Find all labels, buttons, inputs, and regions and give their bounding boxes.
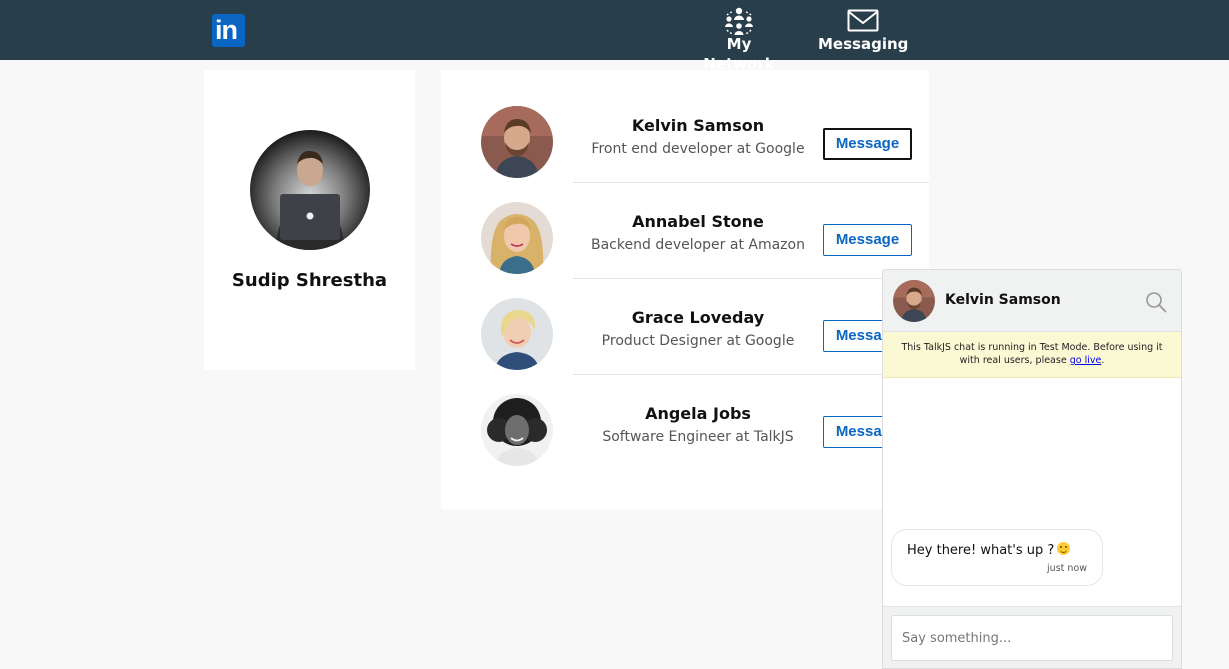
message-timestamp: just now xyxy=(1047,563,1087,574)
contact-photo xyxy=(481,394,553,466)
contact-row: Kelvin Samson Front end developer at Goo… xyxy=(441,106,929,202)
row-divider xyxy=(573,374,929,375)
envelope-icon xyxy=(847,9,879,32)
nav-my-network-label: My Network xyxy=(703,35,775,73)
contact-row: Annabel Stone Backend developer at Amazo… xyxy=(441,202,929,298)
contact-photo xyxy=(481,106,553,178)
contact-name: Angela Jobs xyxy=(645,404,751,423)
message-bubble: Hey there! what's up ? just now xyxy=(891,529,1103,586)
banner-text: This TalkJS chat is running in Test Mode… xyxy=(901,342,1163,366)
smile-emoji-icon xyxy=(1057,542,1071,555)
network-icon xyxy=(725,7,753,35)
nav-my-network[interactable]: My Network xyxy=(690,6,788,73)
contact-name: Grace Loveday xyxy=(631,308,765,327)
contact-photo xyxy=(481,298,553,370)
message-button[interactable]: Message xyxy=(823,128,912,160)
chat-contact-photo xyxy=(893,280,935,322)
banner-end: . xyxy=(1101,355,1105,366)
contact-avatar[interactable] xyxy=(481,202,553,274)
contact-photo xyxy=(481,202,553,274)
contacts-card: Kelvin Samson Front end developer at Goo… xyxy=(441,70,929,509)
message-button[interactable]: Message xyxy=(823,224,912,256)
row-divider xyxy=(573,278,929,279)
nav-messaging-label: Messaging xyxy=(818,35,909,53)
contact-name: Annabel Stone xyxy=(632,212,764,231)
row-divider xyxy=(573,182,929,183)
contact-avatar[interactable] xyxy=(481,298,553,370)
contact-name: Kelvin Samson xyxy=(631,116,765,135)
chat-header: Kelvin Samson xyxy=(883,270,1181,332)
profile-photo xyxy=(250,130,370,250)
contact-title: Software Engineer at TalkJS xyxy=(602,429,794,445)
contact-title: Product Designer at Google xyxy=(601,333,795,349)
logo-text: in xyxy=(215,15,238,45)
message-text-row: Hey there! what's up ? xyxy=(907,541,1071,558)
contact-row: Grace Loveday Product Designer at Google… xyxy=(441,298,929,394)
message-input[interactable] xyxy=(891,615,1173,661)
profile-name: Sudip Shrestha xyxy=(231,270,388,291)
chat-contact-avatar[interactable] xyxy=(893,280,935,322)
profile-card: Sudip Shrestha xyxy=(204,70,415,370)
test-mode-banner: This TalkJS chat is running in Test Mode… xyxy=(883,332,1181,378)
contact-title: Backend developer at Amazon xyxy=(591,237,805,253)
profile-avatar[interactable] xyxy=(250,130,370,250)
contact-avatar[interactable] xyxy=(481,394,553,466)
chat-contact-name: Kelvin Samson xyxy=(945,292,1061,308)
chat-popup: Kelvin Samson This TalkJS chat is runnin… xyxy=(882,269,1182,669)
go-live-link[interactable]: go live xyxy=(1070,355,1102,366)
contact-avatar[interactable] xyxy=(481,106,553,178)
nav-messaging[interactable]: Messaging xyxy=(818,6,908,56)
top-navbar: in My Network Messaging xyxy=(0,0,1229,73)
search-icon[interactable] xyxy=(1145,291,1167,313)
linkedin-logo[interactable]: in xyxy=(212,14,245,47)
message-text: Hey there! what's up ? xyxy=(907,543,1055,558)
contact-title: Front end developer at Google xyxy=(591,141,805,157)
chat-composer xyxy=(883,606,1181,668)
contact-row: Angela Jobs Software Engineer at TalkJS … xyxy=(441,394,929,490)
